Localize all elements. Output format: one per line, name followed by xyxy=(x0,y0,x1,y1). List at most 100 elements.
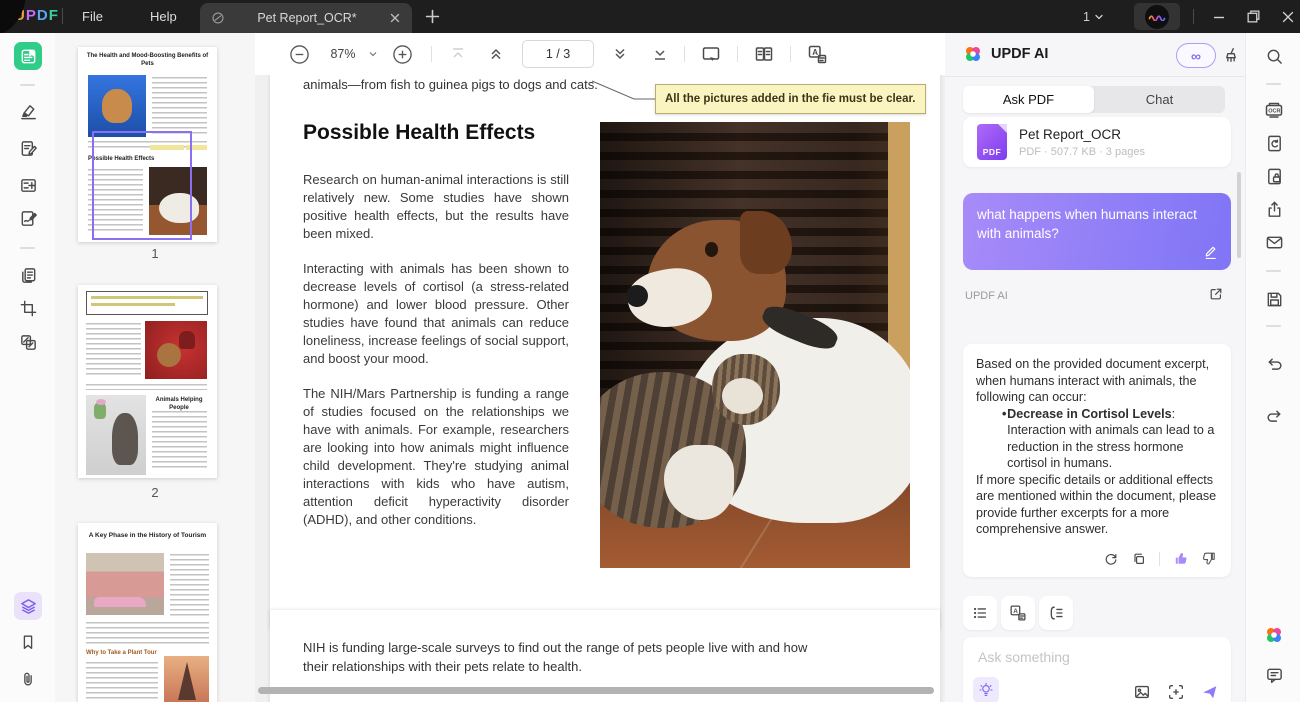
panel-scrollbar[interactable] xyxy=(1237,172,1241,258)
zoom-in-icon[interactable] xyxy=(392,44,413,65)
reading-mode-icon[interactable] xyxy=(754,44,774,64)
convert-button[interactable] xyxy=(1260,129,1288,157)
save-button[interactable] xyxy=(1260,285,1288,313)
layers-button[interactable] xyxy=(14,592,42,620)
reader-mode-button[interactable] xyxy=(14,42,42,70)
translate-chat-button[interactable]: A xyxy=(1001,596,1035,630)
compare-button[interactable] xyxy=(14,328,42,356)
last-page-icon[interactable] xyxy=(652,46,668,62)
notification-badge[interactable]: 1 xyxy=(1083,0,1104,33)
updf-ai-sidebar-button[interactable] xyxy=(1260,621,1288,649)
viewport-indicator[interactable] xyxy=(92,131,192,240)
ocr-button[interactable]: OCR xyxy=(1260,96,1288,124)
avatar xyxy=(1145,4,1169,29)
ask-input[interactable] xyxy=(976,648,1210,666)
organize-pages-button[interactable] xyxy=(14,261,42,289)
bookmark-button[interactable] xyxy=(14,628,42,656)
sign-button[interactable] xyxy=(14,204,42,232)
dog-costume-photo-mini xyxy=(145,321,207,379)
chevron-down-icon xyxy=(1095,14,1103,19)
send-icon[interactable] xyxy=(1201,683,1219,701)
divider xyxy=(1159,551,1160,566)
titlebar: U P D F File Help Pet Report_OCR* 1 xyxy=(0,0,1300,33)
tab-title: Pet Report_OCR* xyxy=(257,11,357,25)
titlebar-divider xyxy=(1193,9,1194,24)
divider xyxy=(945,76,1245,77)
zoom-level[interactable]: 87% xyxy=(326,47,360,61)
new-tab-icon[interactable] xyxy=(425,9,440,24)
window-close-icon[interactable] xyxy=(1281,10,1295,24)
file-card[interactable]: PDF Pet Report_OCR PDF · 507.7 KB · 3 pa… xyxy=(963,117,1231,167)
thumbnail-page-1[interactable]: The Health and Mood-Boosting Benefits of… xyxy=(78,47,217,242)
unlimited-button[interactable]: ∞ xyxy=(1176,43,1216,68)
text-lines xyxy=(152,77,207,135)
first-page-icon[interactable] xyxy=(450,46,466,62)
comment-tool-button[interactable] xyxy=(14,97,42,125)
cat-photo-mini xyxy=(88,75,146,137)
protect-button[interactable] xyxy=(1260,162,1288,190)
document-viewport[interactable]: animals—from fish to guinea pigs to dogs… xyxy=(255,75,945,702)
attachment-button[interactable] xyxy=(14,665,42,693)
text-lines xyxy=(86,622,209,644)
thumbnail-page-2[interactable]: Animals Helping People xyxy=(78,285,217,478)
tab-close-icon[interactable] xyxy=(388,11,402,25)
chat-list-button[interactable] xyxy=(963,596,997,630)
presentation-mode-icon[interactable] xyxy=(701,44,721,64)
previous-page-icon[interactable] xyxy=(488,46,504,62)
right-toolbar: OCR xyxy=(1245,33,1300,702)
assistant-label: UPDF AI xyxy=(965,290,1008,302)
note-connector-line xyxy=(591,80,656,100)
thumbs-up-icon[interactable] xyxy=(1172,550,1189,567)
zoom-out-icon[interactable] xyxy=(289,44,310,65)
titlebar-divider xyxy=(62,8,63,24)
edit-message-icon[interactable] xyxy=(1202,244,1219,261)
sticky-note[interactable]: All the pictures added in the fie must b… xyxy=(655,84,926,114)
prepare-form-button[interactable] xyxy=(14,171,42,199)
document-tab[interactable]: Pet Report_OCR* xyxy=(200,3,412,33)
window-restore-icon[interactable] xyxy=(1246,9,1261,24)
page-number-input[interactable]: 1 / 3 xyxy=(522,40,594,68)
account-avatar[interactable] xyxy=(1134,3,1180,30)
pdf-file-icon: PDF xyxy=(977,124,1007,160)
feedback-button[interactable] xyxy=(1260,661,1288,689)
callout-mini xyxy=(86,291,208,315)
zoom-dropdown-caret-icon[interactable] xyxy=(368,49,378,59)
paragraph: Research on human-animal interactions is… xyxy=(303,172,569,241)
menu-file[interactable]: File xyxy=(82,0,103,33)
edit-pdf-button[interactable] xyxy=(14,134,42,162)
updf-ai-logo-icon xyxy=(966,47,980,61)
menu-help[interactable]: Help xyxy=(150,0,177,33)
tab-document-icon xyxy=(212,12,224,24)
thumbnail-page-3[interactable]: A Key Phase in the History of Tourism Wh… xyxy=(78,523,217,702)
crop-button[interactable] xyxy=(14,294,42,322)
undo-button[interactable] xyxy=(1260,349,1288,377)
add-image-icon[interactable] xyxy=(1133,683,1151,701)
ai-input-card xyxy=(963,637,1231,702)
redo-button[interactable] xyxy=(1260,401,1288,429)
tab-chat[interactable]: Chat xyxy=(1094,86,1225,113)
open-external-icon[interactable] xyxy=(1208,286,1224,302)
havana-photo-mini xyxy=(86,553,164,615)
search-button[interactable] xyxy=(1260,42,1288,70)
next-page-icon[interactable] xyxy=(612,46,628,62)
ai-tabs: Ask PDF Chat xyxy=(963,86,1225,113)
email-button[interactable] xyxy=(1260,228,1288,256)
regenerate-icon[interactable] xyxy=(1103,551,1119,567)
horizontal-scrollbar[interactable] xyxy=(258,687,934,694)
window-minimize-icon[interactable] xyxy=(1212,10,1226,24)
outline-button[interactable] xyxy=(1039,596,1073,630)
text-lines xyxy=(86,384,207,390)
screenshot-icon[interactable] xyxy=(1167,683,1185,701)
idea-lamp-button[interactable] xyxy=(973,677,999,702)
translate-icon[interactable]: A xyxy=(807,44,828,65)
document-paragraphs: Research on human-animal interactions is… xyxy=(303,171,569,546)
thumbs-down-icon[interactable] xyxy=(1201,550,1218,567)
clear-chat-icon[interactable] xyxy=(1222,46,1240,64)
share-button[interactable] xyxy=(1260,195,1288,223)
copy-icon[interactable] xyxy=(1131,551,1147,567)
response-intro: Based on the provided document excerpt, … xyxy=(976,357,1210,404)
response-bullet: • Decrease in Cortisol Levels: Interacti… xyxy=(1002,406,1215,471)
bullet-body: Interaction with animals can lead to a r… xyxy=(1007,423,1215,470)
dog-and-cat-photo xyxy=(600,122,910,568)
tab-ask-pdf[interactable]: Ask PDF xyxy=(963,86,1094,113)
